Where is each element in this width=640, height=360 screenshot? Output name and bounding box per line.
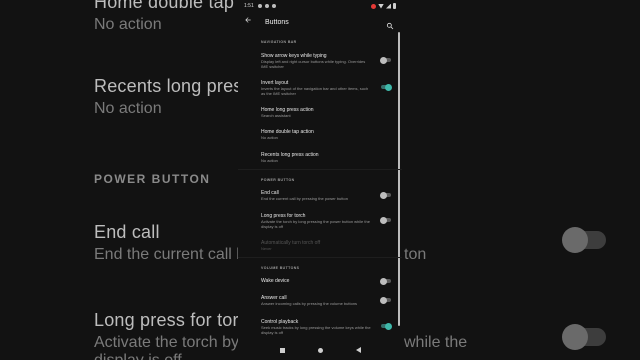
section-header-power-button: POWER BUTTON — [261, 178, 295, 182]
recents-icon[interactable] — [279, 347, 285, 353]
wifi-icon — [378, 3, 384, 9]
toggle-switch[interactable] — [380, 216, 391, 224]
pref-summary: Answer incoming calls by pressing the vo… — [261, 301, 358, 306]
pref-home-double-tap[interactable]: Home double tap action No action — [261, 129, 395, 141]
phone-screen: 1:51 Buttons NAVIGATION BAR Show arrow k… — [238, 0, 402, 360]
pref-summary: Never — [261, 246, 272, 251]
bg-torch: Long press for torc Activate the torch b… — [94, 310, 248, 360]
pref-show-arrow-keys[interactable]: Show arrow keys while typing Display lef… — [261, 53, 395, 69]
pref-end-call[interactable]: End call End the current call by pressin… — [261, 190, 395, 202]
search-icon[interactable] — [386, 17, 396, 30]
record-icon — [371, 3, 376, 9]
toggle-knob — [380, 277, 387, 285]
battery-icon — [393, 3, 396, 9]
pref-long-press-torch[interactable]: Long press for torch Activate the torch … — [261, 213, 395, 229]
section-divider — [238, 257, 402, 258]
bg-title: Home double tap t — [94, 0, 245, 12]
bg-home-double: Home double tap t No action — [94, 0, 245, 34]
notification-icon — [264, 4, 269, 8]
arrow-left-icon[interactable] — [244, 16, 256, 28]
page-title: Buttons — [265, 18, 289, 26]
toggle-knob — [380, 191, 387, 199]
notification-icons — [257, 4, 276, 8]
pref-title: Wake device — [261, 278, 290, 284]
pref-summary: Seek music tracks by long pressing the v… — [261, 325, 371, 335]
toggle-switch[interactable] — [381, 322, 392, 330]
pref-auto-torch-off: Automatically turn torch off Never — [261, 240, 395, 252]
toggle-knob — [385, 322, 392, 330]
section-divider — [238, 169, 402, 170]
pref-summary: Activate the torch by long pressing the … — [261, 219, 370, 229]
bg-end-call: End call End the current call b — [94, 222, 245, 264]
pref-control-playback[interactable]: Control playback Seek music tracks by lo… — [261, 319, 395, 335]
notification-icon — [257, 4, 262, 8]
bg-snippet: while the — [404, 334, 468, 351]
pref-home-long-press[interactable]: Home long press action Search assistant — [261, 107, 395, 119]
pref-invert-layout[interactable]: Invert layout Inverts the layout of the … — [261, 80, 395, 96]
system-icons — [371, 3, 396, 9]
bg-sub: No action — [94, 100, 162, 117]
bg-toggle — [562, 324, 606, 350]
bg-sub: End the current call b — [94, 246, 246, 263]
status-bar: 1:51 — [238, 0, 402, 12]
pref-summary: End the current call by pressing the pow… — [261, 196, 348, 201]
screen: Home double tap t No action Recents long… — [0, 0, 640, 360]
bg-sub: Activate the torch by — [94, 334, 239, 351]
toggle-switch[interactable] — [380, 277, 391, 285]
pref-title: Automatically turn torch off — [261, 240, 321, 246]
toggle-knob — [380, 216, 387, 224]
section-header-volume-buttons: VOLUME BUTTONS — [261, 266, 300, 270]
toggle-switch[interactable] — [380, 56, 391, 64]
pref-summary: Search assistant — [261, 113, 291, 118]
toggle-switch[interactable] — [380, 191, 391, 199]
navigation-bar — [238, 340, 402, 360]
pref-summary: No action — [261, 135, 278, 140]
bg-header-power: POWER BUTTON — [94, 172, 211, 186]
status-time: 1:51 — [244, 3, 254, 9]
bg-title: End call — [94, 222, 160, 242]
toggle-switch[interactable] — [380, 296, 391, 304]
bg-toggle-knob — [562, 227, 588, 253]
bg-title: Long press for torc — [94, 310, 248, 330]
section-header-navigation-bar: NAVIGATION BAR — [261, 40, 297, 44]
back-icon[interactable] — [355, 347, 361, 353]
scrollbar[interactable] — [398, 32, 400, 326]
bg-toggle-knob — [562, 324, 588, 350]
toggle-switch[interactable] — [381, 83, 392, 91]
notification-icon — [271, 4, 276, 8]
pref-answer-call[interactable]: Answer call Answer incoming calls by pre… — [261, 295, 395, 307]
pref-recents-long-press[interactable]: Recents long press action No action — [261, 152, 395, 164]
app-bar: Buttons — [238, 12, 402, 32]
signal-icon — [386, 3, 391, 9]
bg-title: Recents long press — [94, 76, 252, 96]
toggle-knob — [380, 296, 387, 304]
bg-recents: Recents long press No action — [94, 76, 252, 118]
pref-summary: Display left and right cursor buttons wh… — [261, 59, 366, 69]
bg-sub: No action — [94, 16, 162, 33]
home-icon[interactable] — [317, 347, 323, 353]
bg-sub: display is off — [94, 352, 248, 360]
pref-wake-device[interactable]: Wake device — [261, 277, 395, 285]
pref-summary: No action — [261, 158, 278, 163]
toggle-knob — [385, 83, 392, 91]
toggle-knob — [380, 56, 387, 64]
pref-title: Home double tap action — [261, 129, 314, 135]
bg-toggle — [562, 227, 606, 253]
pref-title: Recents long press action — [261, 152, 319, 158]
bg-snippet: ton — [404, 246, 427, 263]
pref-summary: Inverts the layout of the navigation bar… — [261, 86, 369, 96]
